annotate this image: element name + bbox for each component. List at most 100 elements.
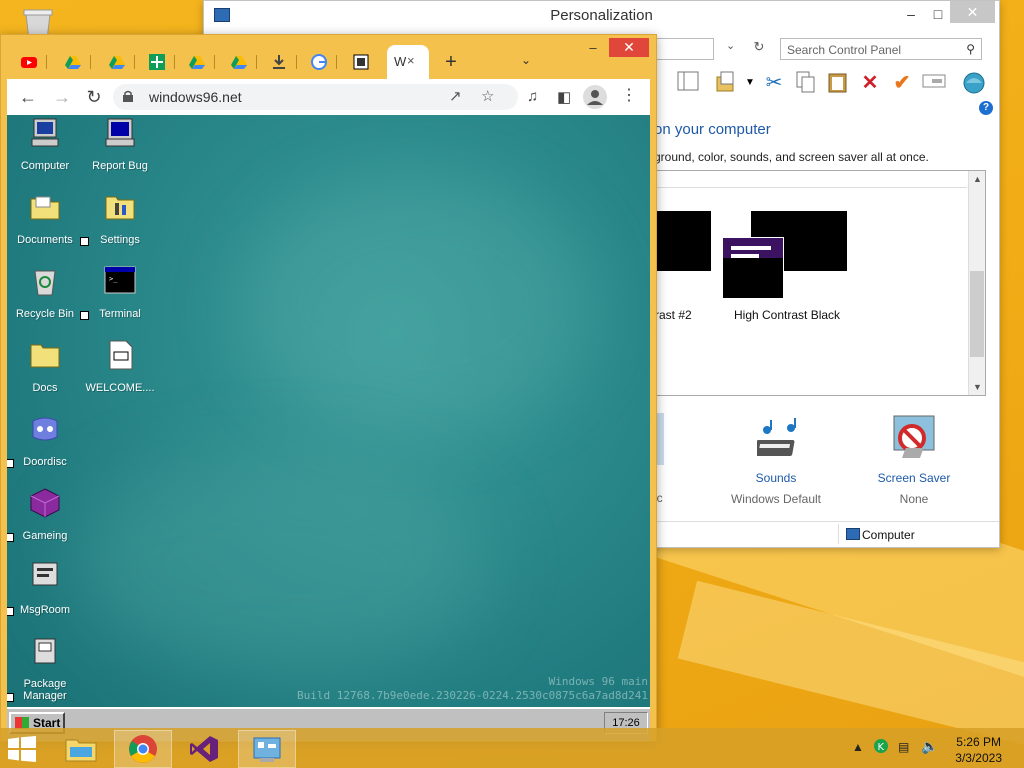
media-queue-icon[interactable]: ♫ bbox=[527, 88, 538, 105]
screen-saver-item[interactable]: Screen Saver None bbox=[844, 471, 984, 506]
w96-icon-settings[interactable]: Settings bbox=[80, 191, 160, 246]
tab-downloads[interactable] bbox=[263, 49, 297, 75]
cut-icon[interactable]: ✂ bbox=[762, 71, 786, 95]
theme-list-scrollbar[interactable]: ▲ ▼ bbox=[968, 171, 985, 395]
theme-thumbnail-contrast2[interactable] bbox=[655, 211, 711, 271]
volume-icon[interactable]: 🔈 bbox=[921, 738, 938, 755]
tab-drive[interactable] bbox=[181, 49, 215, 75]
properties-icon[interactable] bbox=[714, 71, 738, 95]
tab-divider bbox=[174, 55, 175, 69]
svg-text:K: K bbox=[878, 742, 885, 753]
url-text[interactable]: windows96.net bbox=[149, 89, 242, 105]
w96-icon-label: Documents bbox=[17, 234, 73, 246]
tab-sheets[interactable] bbox=[141, 49, 175, 75]
forward-button[interactable]: → bbox=[51, 87, 73, 107]
more-menu-icon[interactable]: ⋮ bbox=[621, 85, 637, 105]
delete-icon[interactable]: ✕ bbox=[858, 71, 882, 95]
w96-icon-welcome[interactable]: WELCOME.... bbox=[80, 339, 160, 394]
visual-studio-button[interactable] bbox=[176, 730, 234, 768]
w96-icon-docs[interactable]: Docs bbox=[7, 339, 85, 394]
w96-icon-documents[interactable]: Documents bbox=[7, 191, 85, 246]
w96-icon-terminal[interactable]: >_ Terminal bbox=[80, 265, 160, 320]
w96-icon-doordisc[interactable]: Doordisc bbox=[7, 413, 85, 468]
tab-active[interactable]: W × bbox=[387, 45, 429, 79]
shortcut-arrow-icon bbox=[80, 311, 89, 320]
tab-drive[interactable] bbox=[101, 49, 135, 75]
w96-icon-package-manager[interactable]: Package Manager bbox=[7, 635, 85, 702]
chevron-down-icon[interactable]: ⌄ bbox=[726, 39, 735, 52]
windows-start-icon[interactable] bbox=[8, 736, 36, 762]
close-tab-icon[interactable]: × bbox=[407, 53, 415, 68]
folder-icon bbox=[65, 739, 97, 762]
tab-strip: W × + ⌄ – ✕ bbox=[1, 35, 656, 79]
settings-icon bbox=[105, 196, 135, 220]
shortcut-arrow-icon bbox=[7, 459, 14, 468]
chrome-taskbar-button[interactable] bbox=[114, 730, 172, 768]
share-icon[interactable]: ↗ bbox=[449, 87, 462, 105]
w96-icon-report-bug[interactable]: Report Bug bbox=[80, 117, 160, 172]
checkmark-icon[interactable]: ✔ bbox=[890, 71, 914, 95]
maximize-button[interactable] bbox=[581, 39, 609, 57]
computer-icon bbox=[846, 528, 860, 540]
sounds-link[interactable]: Sounds bbox=[706, 471, 846, 485]
maximize-button[interactable]: □ bbox=[924, 3, 952, 25]
scroll-down-icon[interactable]: ▼ bbox=[969, 379, 986, 395]
tab-other[interactable] bbox=[345, 49, 379, 75]
tray-overflow-icon[interactable]: ▲ bbox=[852, 740, 864, 754]
tab-divider bbox=[46, 55, 47, 69]
search-icon[interactable]: ⚲ bbox=[966, 42, 975, 56]
scroll-up-icon[interactable]: ▲ bbox=[969, 171, 986, 187]
theme-label-hc-black[interactable]: High Contrast Black bbox=[734, 308, 840, 322]
folder-icon bbox=[30, 196, 60, 220]
clock[interactable]: 5:26 PM 3/3/2023 bbox=[955, 734, 1002, 766]
tab-title: W bbox=[394, 54, 407, 69]
chevron-down-icon[interactable]: ▼ bbox=[738, 71, 762, 95]
lock-icon[interactable] bbox=[123, 90, 133, 102]
w96-icon-gameing[interactable]: Gameing bbox=[7, 487, 85, 542]
w96-icon-msgroom[interactable]: MsgRoom bbox=[7, 561, 85, 616]
tab-drive[interactable] bbox=[57, 49, 91, 75]
bookmark-star-icon[interactable]: ☆ bbox=[481, 87, 494, 105]
layout-icon[interactable] bbox=[676, 71, 700, 95]
clock-time: 5:26 PM bbox=[956, 735, 1001, 749]
screen-saver-link[interactable]: Screen Saver bbox=[844, 471, 984, 485]
scroll-thumb[interactable] bbox=[970, 271, 984, 357]
tab-drive[interactable] bbox=[223, 49, 257, 75]
screen-saver-icon[interactable] bbox=[890, 414, 938, 462]
w96-icon-computer[interactable]: Computer bbox=[7, 117, 85, 172]
w96-icon-label: Computer bbox=[20, 160, 70, 172]
profile-avatar-icon[interactable] bbox=[583, 85, 607, 109]
back-button[interactable]: ← bbox=[17, 87, 39, 107]
cp-heading: on your computer bbox=[654, 121, 771, 138]
chevron-down-icon[interactable]: ⌄ bbox=[521, 53, 531, 67]
network-icon[interactable]: ▤ bbox=[898, 740, 909, 754]
sounds-item[interactable]: Sounds Windows Default bbox=[706, 471, 846, 506]
tab-youtube[interactable] bbox=[13, 49, 47, 75]
minimize-button[interactable]: – bbox=[897, 3, 925, 25]
folder-icon bbox=[30, 344, 60, 368]
omnibox[interactable]: windows96.net ↗ ☆ bbox=[113, 84, 518, 110]
rename-icon[interactable] bbox=[922, 71, 946, 95]
kaspersky-icon[interactable]: K bbox=[873, 738, 889, 757]
w96-icon-recycle-bin[interactable]: Recycle Bin bbox=[7, 265, 85, 320]
recycle-bin-icon bbox=[34, 270, 56, 296]
sounds-icon[interactable] bbox=[757, 416, 803, 462]
paste-icon[interactable] bbox=[826, 71, 850, 95]
globe-icon[interactable] bbox=[962, 71, 986, 95]
close-button[interactable]: ✕ bbox=[950, 1, 995, 23]
new-tab-button[interactable]: + bbox=[441, 51, 461, 74]
google-drive-icon bbox=[231, 56, 247, 69]
search-input[interactable]: Search Control Panel ⚲ bbox=[780, 38, 982, 60]
reload-button[interactable]: ↻ bbox=[83, 87, 105, 107]
close-button[interactable]: ✕ bbox=[609, 38, 649, 57]
refresh-icon[interactable]: ↻ bbox=[749, 39, 769, 59]
help-icon[interactable]: ? bbox=[979, 101, 993, 115]
theme-label-contrast2[interactable]: rast #2 bbox=[655, 308, 692, 322]
cp-titlebar: Personalization – □ ✕ bbox=[204, 1, 999, 31]
copy-icon[interactable] bbox=[794, 71, 818, 95]
control-panel-taskbar-button[interactable] bbox=[238, 730, 296, 768]
status-text: Computer bbox=[862, 528, 915, 542]
tab-google[interactable] bbox=[303, 49, 337, 75]
side-panel-icon[interactable]: ◧ bbox=[557, 88, 571, 106]
file-explorer-button[interactable] bbox=[52, 730, 110, 768]
